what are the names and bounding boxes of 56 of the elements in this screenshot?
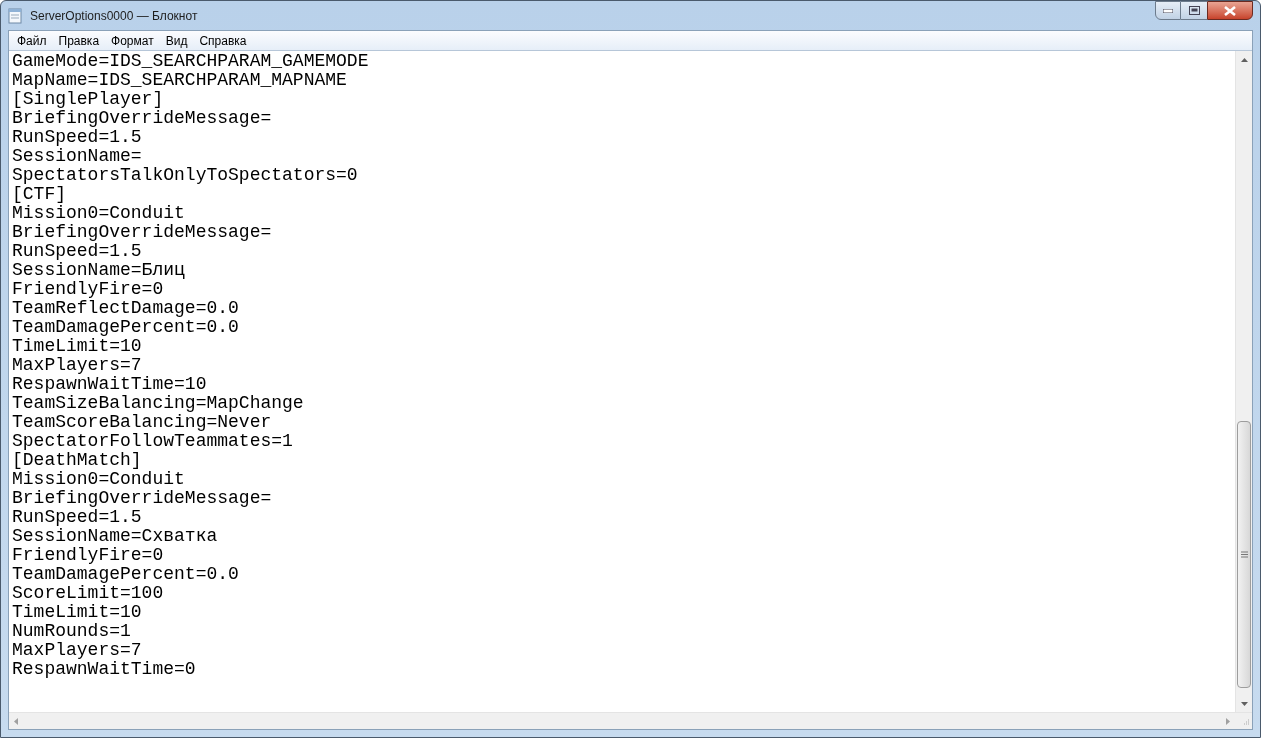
text-line: TimeLimit=10 xyxy=(12,337,142,356)
close-button[interactable] xyxy=(1207,1,1253,20)
text-line: RunSpeed=1.5 xyxy=(12,508,142,527)
text-line: BriefingOverrideMessage= xyxy=(12,109,272,128)
text-line: BriefingOverrideMessage= xyxy=(12,223,272,242)
text-line: SessionName=Схватка xyxy=(12,527,218,546)
text-line: BriefingOverrideMessage= xyxy=(12,489,272,508)
text-line: [SinglePlayer] xyxy=(12,90,164,109)
size-grip[interactable] xyxy=(1235,712,1252,729)
text-line: [CTF] xyxy=(12,185,66,204)
scroll-thumb[interactable] xyxy=(1237,421,1251,688)
left-arrow-icon xyxy=(14,717,18,725)
down-arrow-icon xyxy=(1240,701,1248,706)
text-line: SessionName= xyxy=(12,147,142,166)
text-line: FriendlyFire=0 xyxy=(12,280,164,299)
grip-icon xyxy=(1240,551,1248,558)
text-line: MapName=IDS_SEARCHPARAM_MAPNAME xyxy=(12,71,347,90)
minimize-icon xyxy=(1163,8,1173,13)
text-line: SessionName=Блиц xyxy=(12,261,185,280)
window-title: ServerOptions0000 — Блокнот xyxy=(30,7,198,25)
text-line: NumRounds=1 xyxy=(12,622,131,641)
text-line: RunSpeed=1.5 xyxy=(12,242,142,261)
text-line: MaxPlayers=7 xyxy=(12,356,142,375)
menu-item[interactable]: Правка xyxy=(52,31,106,50)
vertical-scrollbar[interactable] xyxy=(1235,51,1252,712)
text-line: SpectatorsTalkOnlyToSpectators=0 xyxy=(12,166,358,185)
notepad-icon xyxy=(8,7,22,24)
close-icon xyxy=(1224,5,1236,16)
menu-item[interactable]: Формат xyxy=(105,31,160,50)
text-line: Mission0=Conduit xyxy=(12,204,185,223)
text-line: Mission0=Conduit xyxy=(12,470,185,489)
text-line: TimeLimit=10 xyxy=(12,603,142,622)
text-line: TeamSizeBalancing=MapChange xyxy=(12,394,304,413)
up-arrow-icon xyxy=(1240,57,1248,62)
maximize-button[interactable] xyxy=(1181,1,1207,20)
horizontal-scrollbar[interactable] xyxy=(9,712,1235,729)
text-line: RunSpeed=1.5 xyxy=(12,128,142,147)
menu-item[interactable]: Файл xyxy=(11,31,53,50)
text-line: TeamDamagePercent=0.0 xyxy=(12,565,239,584)
grip-icon xyxy=(1242,719,1250,727)
right-arrow-icon xyxy=(1226,717,1230,725)
menu-item[interactable]: Вид xyxy=(159,31,194,50)
maximize-icon xyxy=(1188,6,1200,15)
menu-item[interactable]: Справка xyxy=(193,31,253,50)
text-line: TeamReflectDamage=0.0 xyxy=(12,299,239,318)
minimize-button[interactable] xyxy=(1155,1,1181,20)
text-line: FriendlyFire=0 xyxy=(12,546,164,565)
text-line: RespawnWaitTime=0 xyxy=(12,660,196,679)
text-line: TeamDamagePercent=0.0 xyxy=(12,318,239,337)
text-line: TeamScoreBalancing=Never xyxy=(12,413,272,432)
text-line: MaxPlayers=7 xyxy=(12,641,142,660)
text-line: GameMode=IDS_SEARCHPARAM_GAMEMODE xyxy=(12,52,369,71)
text-line: ScoreLimit=100 xyxy=(12,584,164,603)
text-line: [DeathMatch] xyxy=(12,451,142,470)
text-line: RespawnWaitTime=10 xyxy=(12,375,207,394)
text-line: SpectatorFollowTeammates=1 xyxy=(12,432,293,451)
